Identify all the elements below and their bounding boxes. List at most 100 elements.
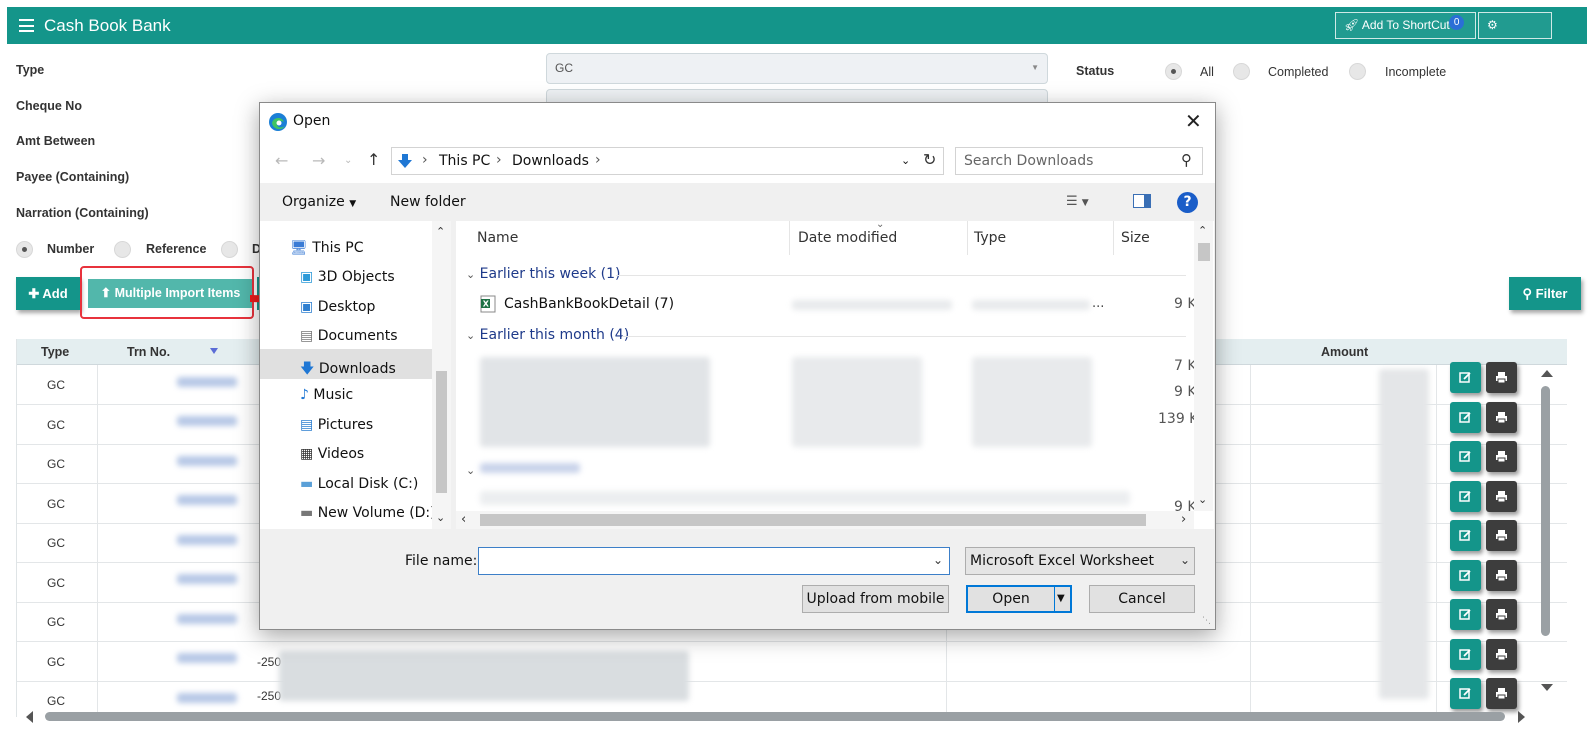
file-list-vertical-scrollbar[interactable]: ⌃ ⌄ [1194, 221, 1213, 511]
scroll-left-icon[interactable]: ‹ [461, 512, 466, 527]
row-edit-button[interactable] [1450, 639, 1481, 670]
scroll-left-icon[interactable] [26, 711, 33, 723]
row-edit-button[interactable] [1450, 402, 1481, 433]
printer-icon [1496, 412, 1507, 424]
view-options-icon[interactable]: ☰ ▼ [1066, 194, 1089, 209]
row-edit-button[interactable] [1450, 520, 1481, 551]
scrollbar-thumb[interactable] [480, 514, 1146, 526]
file-name-input[interactable] [485, 551, 915, 571]
recent-locations-icon[interactable]: ⌄ [344, 155, 352, 166]
row-print-button[interactable] [1486, 441, 1517, 472]
nav-pictures[interactable]: ▤ Pictures [300, 417, 373, 433]
file-name-field[interactable]: ⌄ [478, 547, 950, 575]
row-print-button[interactable] [1486, 560, 1517, 591]
column-type[interactable]: Type [41, 345, 69, 359]
chevron-down-icon[interactable]: ⌄ [933, 553, 943, 567]
nav-downloads[interactable]: 🡇︎ Downloads [300, 358, 396, 382]
scroll-down-icon[interactable]: ⌄ [436, 511, 445, 524]
nav-local-disk-c[interactable]: ▬ Local Disk (C:) [300, 476, 418, 492]
filter-button[interactable]: ⚲ Filter [1509, 277, 1581, 310]
table-row[interactable]: GC [17, 642, 1567, 682]
help-icon[interactable]: ? [1177, 192, 1198, 213]
scroll-down-icon[interactable] [1541, 684, 1553, 691]
refresh-icon[interactable]: ↻ [923, 150, 936, 169]
number-radio[interactable] [16, 241, 33, 258]
upload-from-mobile-button[interactable]: Upload from mobile [802, 585, 949, 613]
scrollbar-thumb[interactable] [436, 371, 447, 493]
row-edit-button[interactable] [1450, 678, 1481, 709]
nav-3d-objects[interactable]: ▣ 3D Objects [300, 269, 395, 285]
scroll-up-icon[interactable] [1541, 370, 1553, 377]
grid-vertical-scrollbar[interactable] [1536, 366, 1558, 706]
group-earlier-this-week[interactable]: ⌄ Earlier this week (1) [466, 266, 621, 282]
scrollbar-thumb[interactable] [1198, 243, 1210, 261]
app-header: Cash Book Bank 🚀︎ Add To ShortCut 0 ⚙ Se… [7, 7, 1587, 57]
up-arrow-icon[interactable]: ↑ [367, 150, 380, 169]
row-edit-button[interactable] [1450, 441, 1481, 472]
back-arrow-icon[interactable]: ← [275, 151, 288, 170]
scroll-up-icon[interactable]: ⌃ [1198, 224, 1207, 237]
file-list-horizontal-scrollbar[interactable]: ‹ › [456, 511, 1194, 529]
row-edit-button[interactable] [1450, 560, 1481, 591]
scroll-right-icon[interactable] [1518, 711, 1525, 723]
column-date-modified[interactable]: Date modified [798, 230, 897, 246]
row-print-button[interactable] [1486, 402, 1517, 433]
cancel-button[interactable]: Cancel [1089, 585, 1195, 613]
sort-desc-icon[interactable] [210, 348, 218, 354]
grid-horizontal-scrollbar[interactable] [24, 710, 1536, 724]
menu-icon[interactable] [19, 19, 34, 32]
scroll-down-icon[interactable]: ⌄ [1198, 493, 1207, 506]
status-incomplete-radio[interactable] [1349, 63, 1366, 80]
redacted-file-list [480, 357, 710, 447]
column-trn-no[interactable]: Trn No. [127, 345, 170, 359]
caret-down-icon[interactable]: ▼ [1057, 587, 1065, 611]
search-downloads-box[interactable]: ⚲ [955, 147, 1203, 175]
group-earlier-this-month[interactable]: ⌄ Earlier this month (4) [466, 327, 629, 343]
address-bar[interactable]: › This PC › Downloads › ⌄ ↻ [391, 147, 944, 175]
row-edit-button[interactable] [1450, 599, 1481, 630]
organize-menu[interactable]: Organize ▼ [282, 194, 356, 210]
close-icon[interactable]: ✕ [1185, 111, 1202, 131]
nav-new-volume-d[interactable]: ▬ New Volume (D:) [300, 505, 432, 521]
row-edit-button[interactable] [1450, 481, 1481, 512]
row-edit-button[interactable] [1450, 362, 1481, 393]
scrollbar-thumb[interactable] [1541, 386, 1550, 636]
scrollbar-thumb[interactable] [45, 712, 1505, 721]
column-amount[interactable]: Amount [1321, 345, 1368, 359]
reference-radio[interactable] [114, 241, 131, 258]
search-downloads-input[interactable] [964, 152, 1174, 170]
preview-pane-icon[interactable] [1133, 194, 1151, 212]
nav-this-pc[interactable]: 🖥︎ This PC [290, 240, 364, 256]
row-print-button[interactable] [1486, 520, 1517, 551]
add-button[interactable]: ✚ Add [16, 277, 80, 310]
column-size[interactable]: Size [1121, 230, 1150, 246]
status-completed-radio[interactable] [1233, 63, 1250, 80]
nav-pane-scrollbar[interactable]: ⌃ ⌄ [432, 221, 451, 529]
row-print-button[interactable] [1486, 599, 1517, 630]
scroll-right-icon[interactable]: › [1181, 512, 1186, 527]
column-type[interactable]: Type [974, 230, 1006, 246]
row-print-button[interactable] [1486, 362, 1517, 393]
nav-documents[interactable]: ▤ Documents [300, 328, 398, 344]
column-name[interactable]: Name [477, 230, 518, 246]
type-select[interactable]: GC ▼ [546, 53, 1048, 84]
file-type-select[interactable]: Microsoft Excel Worksheet ⌄ [965, 547, 1195, 575]
nav-music[interactable]: ♪ Music [300, 387, 353, 403]
nav-videos[interactable]: ▦ Videos [300, 446, 364, 462]
date-radio[interactable] [221, 241, 238, 258]
address-dropdown-icon[interactable]: ⌄ [901, 154, 910, 167]
row-print-button[interactable] [1486, 639, 1517, 670]
breadcrumb-this-pc[interactable]: This PC [439, 153, 490, 169]
add-to-shortcut-button[interactable]: 🚀︎ Add To ShortCut 0 [1335, 12, 1476, 39]
resize-grip-icon[interactable]: ⋱ [1202, 616, 1211, 626]
nav-desktop[interactable]: ▣ Desktop [300, 299, 375, 315]
row-print-button[interactable] [1486, 678, 1517, 709]
settings-button[interactable]: ⚙ Settings [1478, 12, 1552, 57]
scroll-up-icon[interactable]: ⌃ [436, 225, 445, 238]
open-button[interactable]: Open ▼ [966, 585, 1072, 613]
breadcrumb-downloads[interactable]: Downloads [512, 153, 589, 169]
row-print-button[interactable] [1486, 481, 1517, 512]
forward-arrow-icon[interactable]: → [312, 151, 325, 170]
new-folder-button[interactable]: New folder [390, 194, 466, 210]
status-all-radio[interactable] [1165, 63, 1182, 80]
